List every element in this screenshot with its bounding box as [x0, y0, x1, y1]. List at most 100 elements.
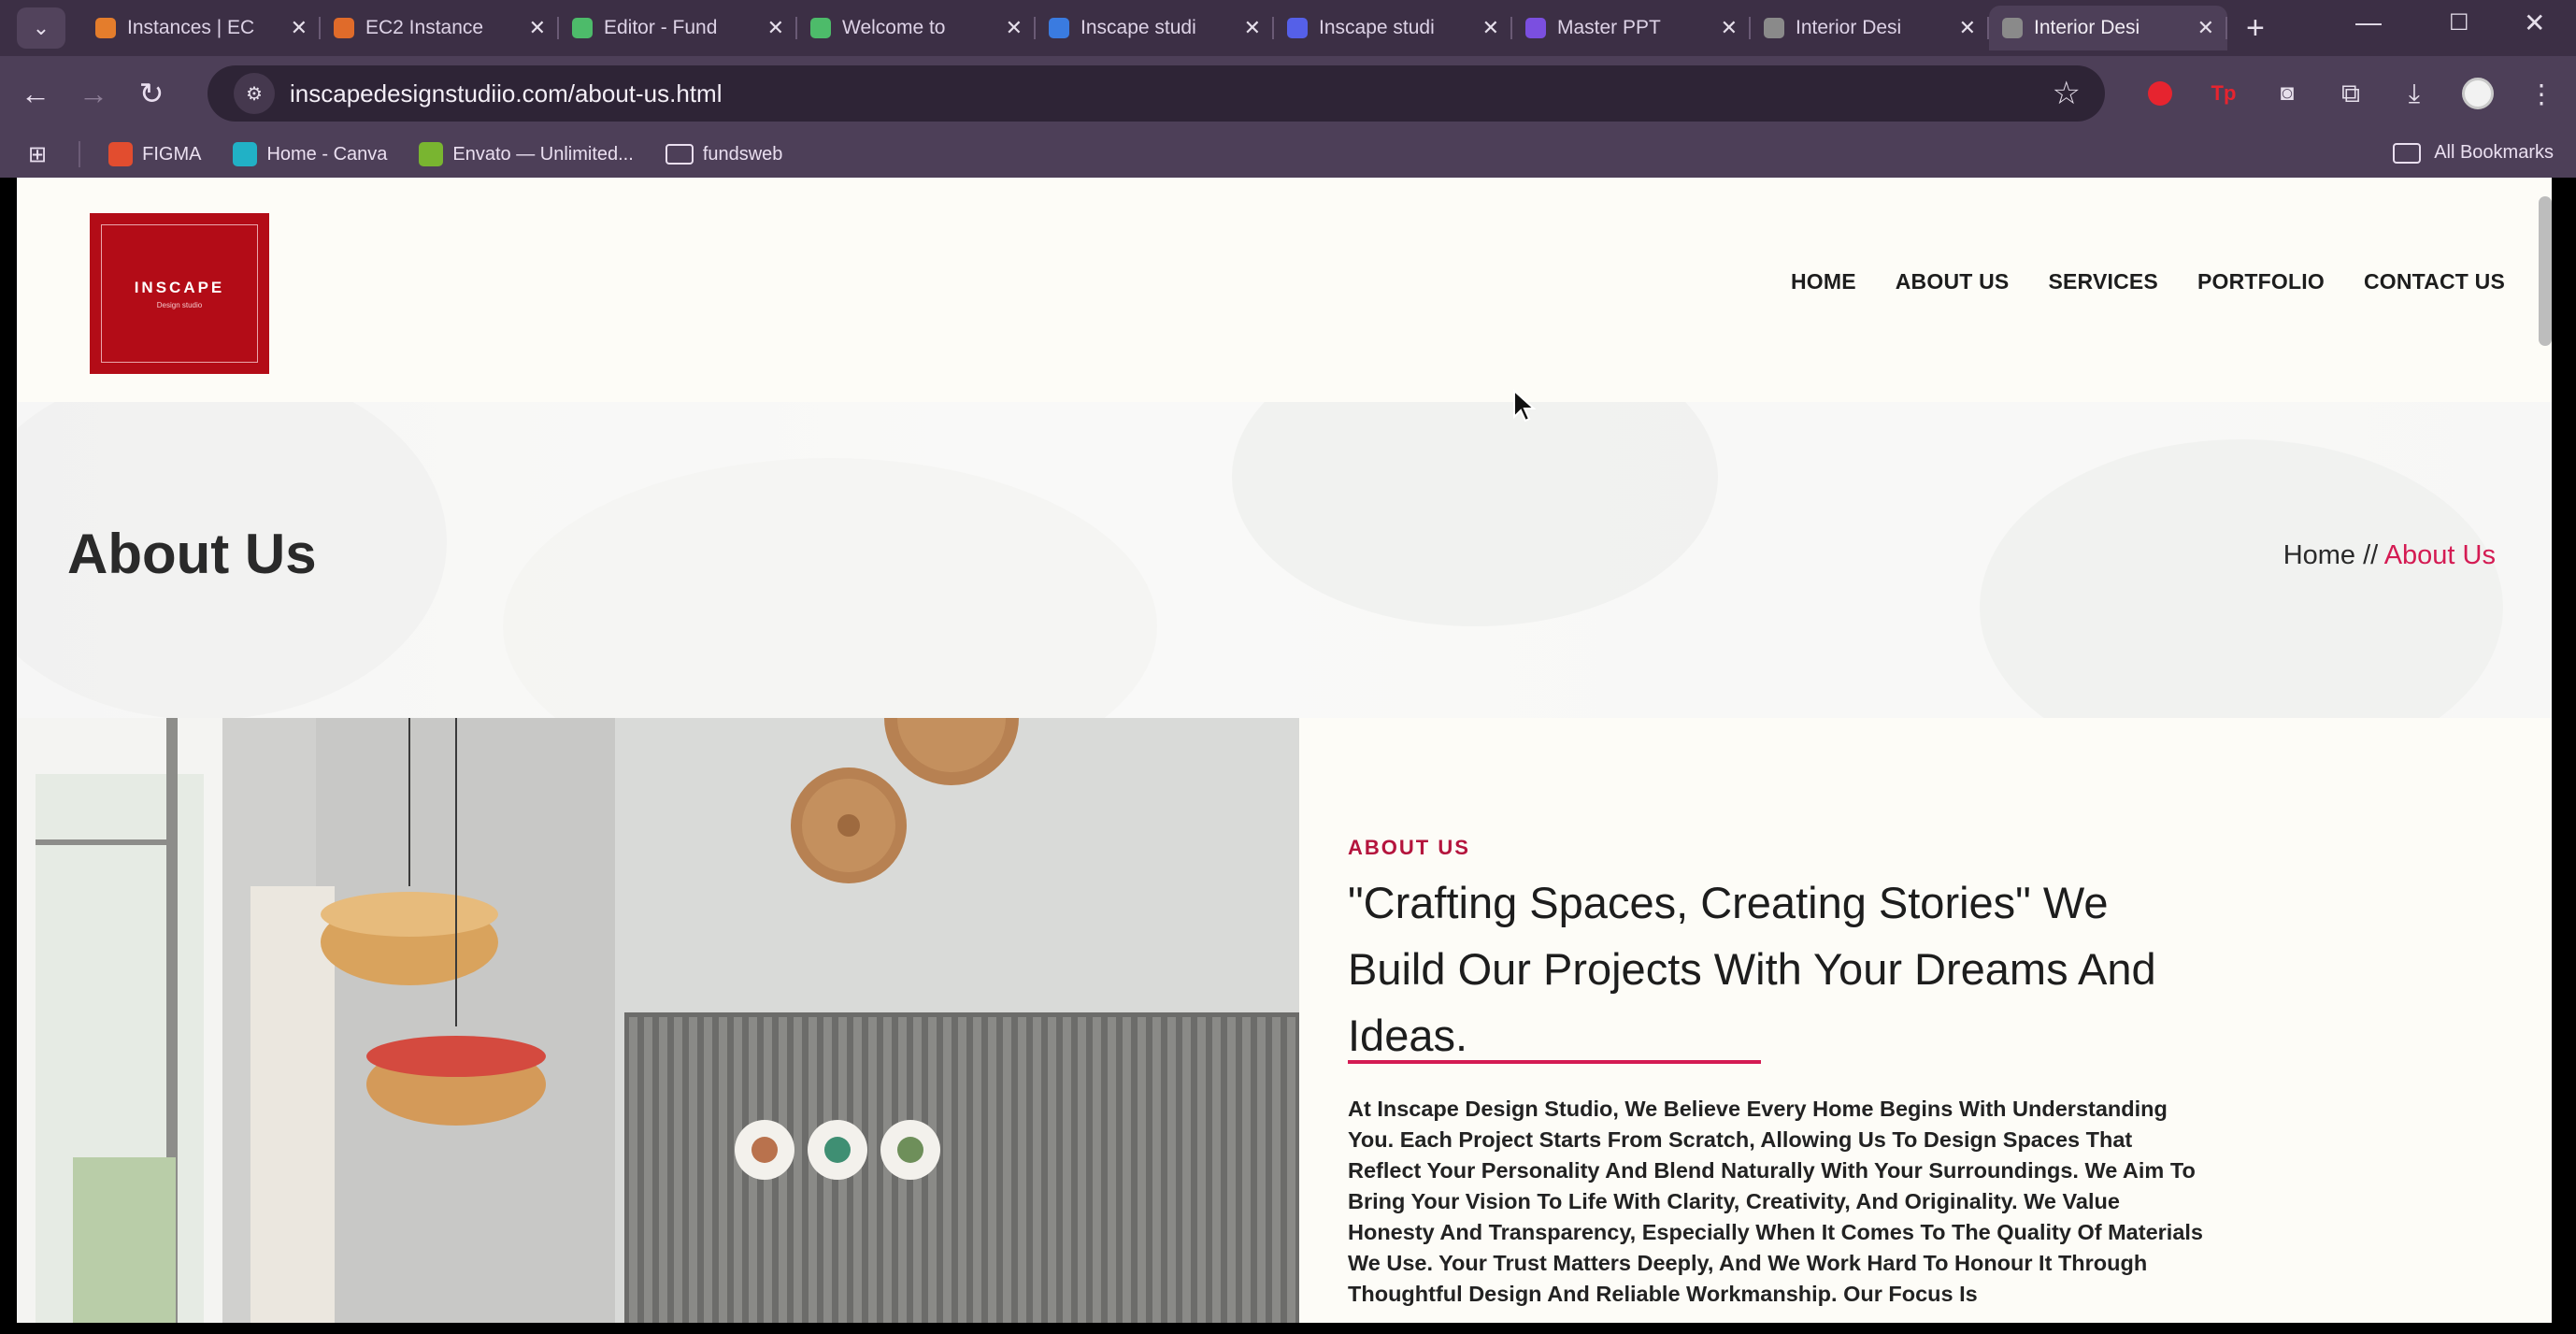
- back-icon[interactable]: ←: [13, 77, 58, 111]
- page-banner: About Us Home // About Us: [17, 402, 2552, 718]
- tab-close-icon[interactable]: ✕: [1482, 16, 1499, 40]
- tab-favicon-icon: [95, 18, 116, 38]
- tab-favicon-icon: [572, 18, 593, 38]
- logo-title: INSCAPE: [134, 278, 225, 296]
- wood-slat: [734, 1017, 742, 1323]
- nav-link[interactable]: SERVICES: [2048, 269, 2158, 294]
- browser-tab[interactable]: Welcome to ✕: [797, 6, 1036, 50]
- breadcrumb-separator: //: [2355, 540, 2384, 570]
- profile-icon[interactable]: [2462, 78, 2494, 109]
- extension-icon[interactable]: ⧉: [2335, 78, 2367, 109]
- camera-icon[interactable]: ◙: [2271, 78, 2303, 109]
- bookmark-list: FIGMA Home - Canva Envato — Unlimited... fu…: [108, 142, 814, 166]
- apps-icon[interactable]: ⊞: [28, 141, 47, 168]
- bookmark-label: FIGMA: [142, 143, 202, 165]
- browser-tab[interactable]: Master PPT ✕: [1512, 6, 1751, 50]
- tab-close-icon[interactable]: ✕: [1959, 16, 1976, 40]
- main-nav: HOME ABOUT US SERVICES PORTFOLIO CONTACT US: [1791, 269, 2505, 294]
- address-bar[interactable]: ⚙ inscapedesignstudiio.com/about-us.html…: [208, 65, 2105, 122]
- wood-slat: [868, 1017, 877, 1323]
- tab-title: Editor - Fund: [604, 17, 718, 38]
- wood-slat: [1152, 1017, 1161, 1323]
- tab-close-icon[interactable]: ✕: [767, 16, 784, 40]
- extension-red-icon[interactable]: [2144, 78, 2176, 109]
- browser-tab[interactable]: Instances | EC ✕: [82, 6, 321, 50]
- bookmark-item[interactable]: Home - Canva: [233, 142, 387, 166]
- site-info-icon[interactable]: ⚙: [234, 73, 275, 114]
- tab-close-icon[interactable]: ✕: [1006, 16, 1023, 40]
- wood-slat: [689, 1017, 697, 1323]
- bookmark-item[interactable]: Envato — Unlimited...: [419, 142, 634, 166]
- bookmark-label: Envato — Unlimited...: [452, 143, 634, 165]
- reload-icon[interactable]: ↻: [129, 76, 174, 111]
- bookmark-item[interactable]: FIGMA: [108, 142, 201, 166]
- breadcrumb-current: About Us: [2383, 540, 2496, 570]
- tab-favicon-icon: [810, 18, 831, 38]
- nav-link[interactable]: ABOUT US: [1896, 269, 2010, 294]
- wood-slat: [988, 1017, 996, 1323]
- new-tab-button[interactable]: +: [2246, 10, 2265, 47]
- bookmark-label: fundsweb: [702, 143, 783, 165]
- url-text[interactable]: inscapedesignstudiio.com/about-us.html: [290, 79, 722, 108]
- about-photo: [17, 718, 1299, 1323]
- download-icon[interactable]: ⤓: [2398, 78, 2430, 109]
- wood-slat: [719, 1017, 727, 1323]
- tab-title: EC2 Instance: [365, 17, 484, 38]
- tab-close-icon[interactable]: ✕: [529, 16, 546, 40]
- maximize-icon[interactable]: ☐: [2449, 0, 2469, 45]
- tab-close-icon[interactable]: ✕: [291, 16, 308, 40]
- bookmark-label: Home - Canva: [266, 143, 388, 165]
- section-eyebrow: ABOUT US: [1348, 836, 1470, 859]
- breadcrumb-home[interactable]: Home: [2283, 540, 2355, 570]
- browser-tab[interactable]: EC2 Instance ✕: [321, 6, 559, 50]
- wood-slat: [1063, 1017, 1071, 1323]
- wood-slat: [1123, 1017, 1131, 1323]
- browser-tab[interactable]: Inscape studi ✕: [1274, 6, 1512, 50]
- tab-title: Inscape studi: [1319, 17, 1435, 38]
- wood-slat: [1033, 1017, 1041, 1323]
- wood-slat: [1212, 1017, 1221, 1323]
- star-icon[interactable]: ☆: [2053, 75, 2081, 112]
- wood-slat: [1287, 1017, 1295, 1323]
- page-viewport: INSCAPE Design studio HOME ABOUT US SERVIC…: [17, 178, 2552, 1323]
- browser-tab[interactable]: Interior Desi ✕: [1989, 6, 2227, 50]
- close-window-icon[interactable]: ✕: [2524, 0, 2545, 45]
- browser-tab[interactable]: Inscape studi ✕: [1036, 6, 1274, 50]
- browser-tab[interactable]: Interior Desi ✕: [1751, 6, 1989, 50]
- breadcrumb: Home // About Us: [2283, 540, 2496, 571]
- tab-favicon-icon: [2002, 18, 2023, 38]
- bookmarks-bar: ⊞ FIGMA Home - Canva Envato — Unlimited...…: [0, 131, 2576, 178]
- browser-tab[interactable]: Editor - Fund ✕: [559, 6, 797, 50]
- folder-icon: [665, 144, 694, 165]
- banner-overlay: [17, 402, 2552, 718]
- about-section: ABOUT US "Crafting Spaces, Creating Stor…: [1348, 718, 2469, 1323]
- nav-link[interactable]: PORTFOLIO: [2197, 269, 2325, 294]
- wood-slat: [1078, 1017, 1086, 1323]
- tab-close-icon[interactable]: ✕: [2197, 16, 2214, 40]
- extension-tp-icon[interactable]: Tp: [2208, 78, 2240, 109]
- tab-title: Instances | EC: [127, 17, 255, 38]
- wood-slat: [973, 1017, 981, 1323]
- wood-slat: [1018, 1017, 1026, 1323]
- nav-link[interactable]: HOME: [1791, 269, 1856, 294]
- forward-icon[interactable]: →: [71, 77, 116, 111]
- tab-close-icon[interactable]: ✕: [1721, 16, 1738, 40]
- tab-close-icon[interactable]: ✕: [1244, 16, 1261, 40]
- folder-icon: [2393, 142, 2422, 164]
- logo-subtitle: Design studio: [156, 300, 203, 309]
- menu-icon[interactable]: ⋮: [2526, 78, 2557, 109]
- all-bookmarks-button[interactable]: All Bookmarks: [2393, 142, 2554, 164]
- about-headline: "Crafting Spaces, Creating Stories" We B…: [1348, 878, 2156, 1060]
- bookmark-item[interactable]: fundsweb: [665, 142, 783, 166]
- page-scrollbar[interactable]: [2539, 196, 2552, 346]
- site-logo[interactable]: INSCAPE Design studio: [90, 213, 269, 374]
- wood-slat: [943, 1017, 952, 1323]
- interior-photo-illustration: [17, 718, 1299, 1323]
- about-body: At Inscape Design Studio, We Believe Eve…: [1348, 1097, 2203, 1306]
- wood-slat: [794, 1017, 802, 1323]
- wood-slat: [958, 1017, 966, 1323]
- wood-slat: [1003, 1017, 1011, 1323]
- tab-search-button[interactable]: ⌄: [17, 7, 65, 49]
- minimize-icon[interactable]: —: [2355, 0, 2382, 45]
- nav-link[interactable]: CONTACT US: [2364, 269, 2505, 294]
